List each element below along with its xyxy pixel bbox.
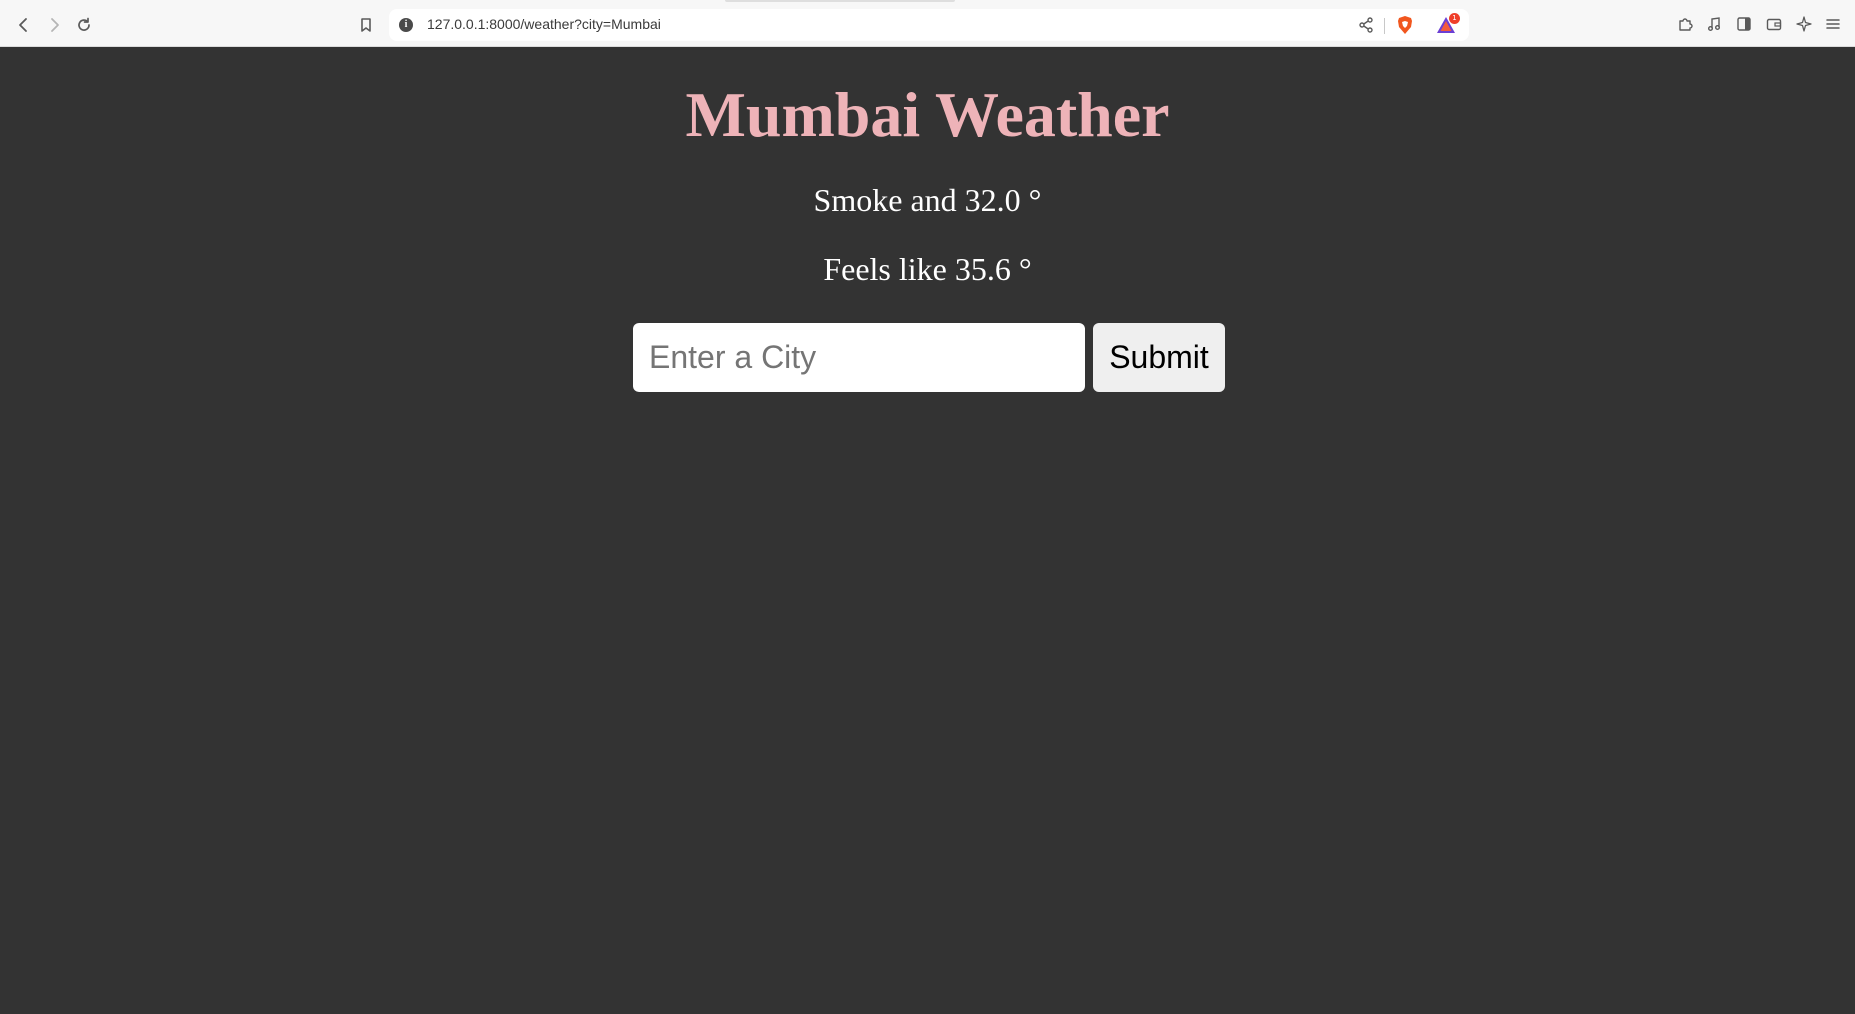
address-bar[interactable]: i 127.0.0.1:8000/weather?city=Mumbai 1 — [389, 9, 1469, 41]
sidebar-icon — [1737, 17, 1751, 31]
music-note-icon — [1708, 17, 1720, 31]
wallet-icon — [1766, 18, 1782, 31]
extensions-button[interactable] — [1675, 14, 1695, 34]
bookmark-icon — [361, 18, 371, 32]
info-icon[interactable]: i — [399, 18, 413, 32]
leo-button[interactable] — [1794, 14, 1814, 34]
extensions-icon — [1679, 18, 1693, 31]
bookmark-button[interactable] — [353, 12, 379, 38]
rewards-badge: 1 — [1449, 13, 1460, 24]
weather-condition: Smoke and 32.0 ° — [813, 182, 1042, 218]
tab-indicator — [725, 0, 955, 2]
weather-page: Mumbai Weather Smoke and 32.0 ° Feels li… — [0, 48, 1855, 1014]
submit-button[interactable]: Submit — [1093, 323, 1225, 392]
menu-button[interactable] — [1823, 14, 1843, 34]
page-title: Mumbai Weather — [685, 79, 1170, 150]
media-button[interactable] — [1704, 14, 1724, 34]
reload-button[interactable] — [71, 12, 97, 38]
browser-toolbar: i 127.0.0.1:8000/weather?city=Mumbai 1 — [0, 0, 1855, 47]
city-input[interactable] — [633, 323, 1085, 392]
reload-icon — [78, 17, 90, 31]
hamburger-menu-icon — [1826, 19, 1840, 29]
back-arrow-icon — [19, 18, 27, 32]
forward-arrow-icon — [51, 18, 59, 32]
feels-like: Feels like 35.6 ° — [823, 251, 1032, 287]
sidebar-button[interactable] — [1734, 14, 1754, 34]
url-divider — [1384, 18, 1385, 34]
brave-shields-icon[interactable] — [1395, 15, 1415, 35]
forward-button[interactable] — [41, 12, 67, 38]
leo-ai-icon — [1796, 16, 1812, 32]
share-icon[interactable] — [1357, 16, 1375, 34]
url-text[interactable]: 127.0.0.1:8000/weather?city=Mumbai — [427, 16, 661, 32]
back-button[interactable] — [11, 12, 37, 38]
wallet-button[interactable] — [1764, 14, 1784, 34]
